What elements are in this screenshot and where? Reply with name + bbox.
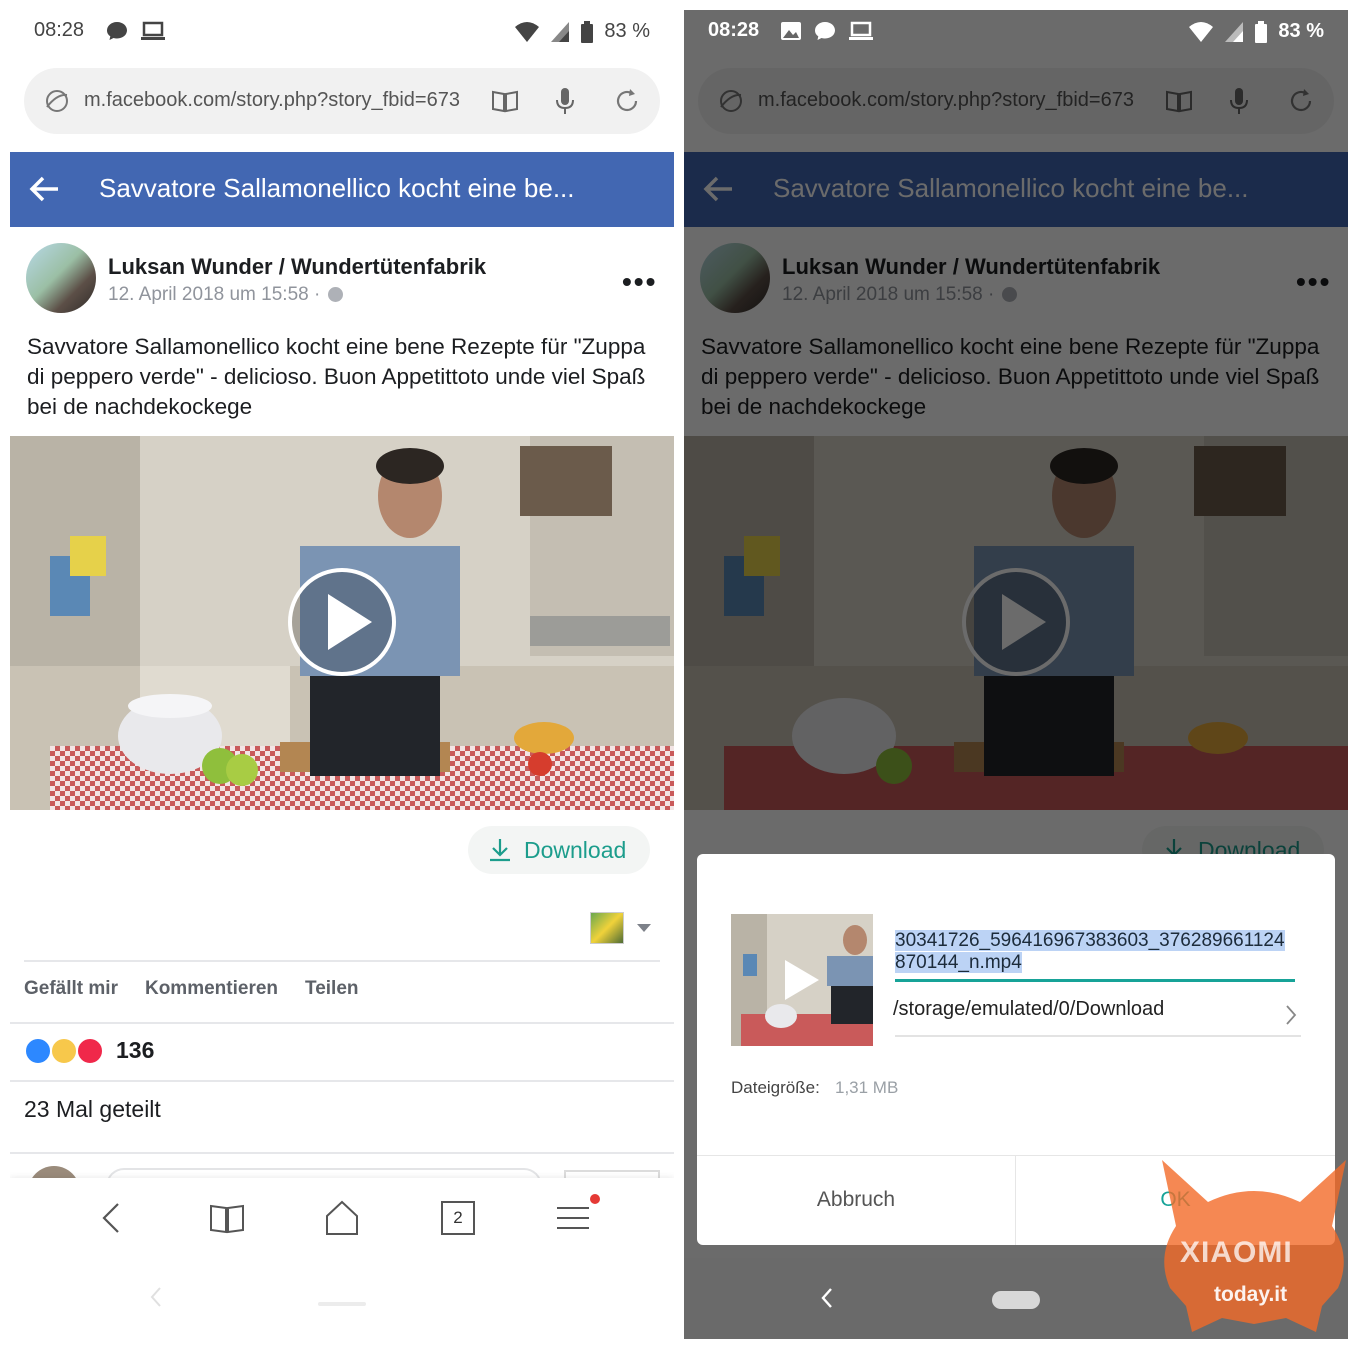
cancel-button[interactable]: Abbruch — [697, 1156, 1015, 1245]
video-thumbnail-small — [731, 914, 873, 1046]
status-time: 08:28 — [708, 19, 760, 41]
avatar[interactable] — [26, 243, 96, 313]
watermark-line2: today.it — [1214, 1283, 1288, 1306]
video-player[interactable] — [10, 436, 674, 810]
filename-text: 30341726_596416967383603_376289661124870… — [895, 930, 1285, 973]
wifi-icon — [515, 21, 540, 42]
reader-icon[interactable] — [490, 86, 520, 116]
home-icon[interactable] — [320, 1196, 364, 1240]
xiaomi-today-watermark: XIAOMI today.it — [1156, 1156, 1352, 1332]
divider — [24, 960, 660, 962]
download-button[interactable]: Download — [468, 826, 650, 874]
like-button[interactable]: Gefällt mir — [24, 978, 118, 1000]
post-text: Savvatore Sallamonellico kocht eine bene… — [27, 334, 646, 419]
watermark-line1: XIAOMI — [1180, 1236, 1293, 1269]
post-date-text: 12. April 2018 um 15:58 · — [108, 284, 321, 305]
nav-home-pill[interactable] — [318, 1302, 366, 1306]
image-icon — [781, 22, 801, 40]
file-size-label: Dateigröße: — [731, 1078, 820, 1097]
address-bar[interactable]: m.facebook.com/story.php?story_fbid=673 — [24, 68, 660, 134]
chevron-down-icon[interactable] — [637, 924, 651, 932]
battery-icon — [581, 20, 594, 43]
path-underline — [895, 1035, 1301, 1037]
status-bar: 08:28 83 % — [10, 10, 674, 52]
post-header: Luksan Wunder / Wundertütenfabrik 12. Ap… — [10, 240, 674, 320]
tab-count: 2 — [453, 1208, 463, 1227]
download-label: Download — [524, 837, 627, 863]
status-time: 08:28 — [34, 19, 85, 41]
divider — [10, 1080, 674, 1082]
share-button[interactable]: Teilen — [305, 978, 359, 1000]
phone-screen-left: 08:28 83 % m.facebook.com/story.php?stor… — [10, 10, 674, 1339]
like-reaction-icon — [24, 1037, 52, 1065]
video-thumbnail — [10, 436, 674, 810]
post-actions: Gefällt mir Kommentieren Teilen — [24, 978, 359, 1000]
signal-icon — [551, 21, 570, 42]
nav-back-icon[interactable] — [148, 1286, 164, 1308]
divider — [10, 1022, 674, 1024]
chevron-right-icon[interactable] — [1285, 1004, 1297, 1026]
page-title: Savvatore Sallamonellico kocht eine be..… — [99, 173, 575, 203]
system-nav-bar — [10, 1258, 674, 1339]
nav-back-icon[interactable] — [818, 1286, 836, 1310]
post-date: 12. April 2018 um 15:58 · — [108, 284, 343, 306]
love-reaction-icon — [76, 1037, 104, 1065]
battery-percent: 83 % — [604, 20, 650, 42]
chat-icon — [815, 22, 835, 40]
notification-dot — [590, 1194, 600, 1204]
globe-icon — [46, 90, 68, 112]
share-count[interactable]: 23 Mal geteilt — [24, 1096, 161, 1123]
chat-icon — [107, 22, 127, 40]
file-size-value: 1,31 MB — [835, 1078, 899, 1097]
phone-screen-right: 08:28 83 % m.facebook.com/story.php?stor… — [684, 10, 1348, 1339]
comment-button[interactable]: Kommentieren — [145, 978, 278, 1000]
laptop-icon — [849, 21, 873, 40]
nav-home-pill[interactable] — [992, 1291, 1040, 1309]
filename-field[interactable]: 30341726_596416967383603_376289661124870… — [895, 930, 1295, 974]
divider — [10, 1152, 674, 1154]
laptop-icon — [141, 21, 165, 40]
download-path[interactable]: /storage/emulated/0/Download — [893, 998, 1164, 1021]
browser-toolbar: 2 — [10, 1178, 674, 1258]
battery-percent: 83 % — [1278, 20, 1324, 42]
menu-icon[interactable] — [551, 1196, 595, 1240]
url-text[interactable]: m.facebook.com/story.php?story_fbid=673 — [84, 89, 484, 112]
more-options-icon[interactable]: ••• — [622, 266, 657, 298]
globe-icon — [327, 287, 343, 302]
back-arrow-icon[interactable] — [28, 172, 62, 206]
back-icon[interactable] — [90, 1196, 134, 1240]
status-bar: 08:28 83 % — [684, 10, 1348, 52]
reaction-count: 136 — [116, 1037, 155, 1063]
reload-icon[interactable] — [612, 86, 642, 116]
battery-icon — [1255, 20, 1268, 43]
bookmarks-icon[interactable] — [205, 1196, 249, 1240]
facebook-header: Savvatore Sallamonellico kocht eine be..… — [10, 152, 674, 227]
filename-underline — [895, 979, 1295, 982]
download-icon — [490, 839, 510, 862]
mic-icon[interactable] — [550, 86, 580, 116]
haha-reaction-icon — [50, 1037, 78, 1065]
page-avatar-small[interactable] — [590, 912, 624, 944]
post-author[interactable]: Luksan Wunder / Wundertütenfabrik — [108, 254, 486, 280]
signal-icon — [1225, 21, 1244, 42]
wifi-icon — [1189, 21, 1214, 42]
